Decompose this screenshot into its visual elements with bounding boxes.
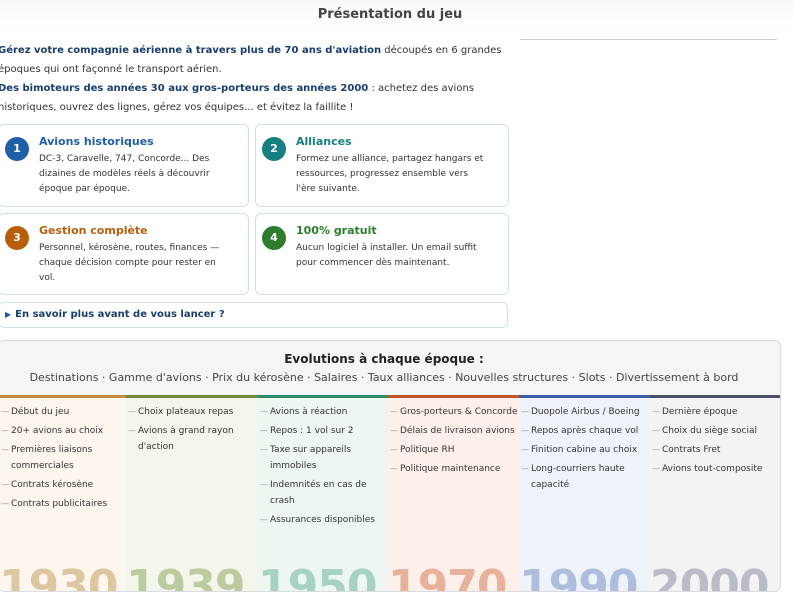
era-column-1930: Début du jeu 20+ avions au choix Premières… (0, 395, 126, 592)
intro-text: Gérez votre compagnie aérienne à travers… (0, 41, 518, 117)
era-feature-item: Choix du siège social (650, 423, 780, 439)
era-feature-list: Choix plateaux repas Avions à grand rayon… (126, 398, 258, 455)
era-feature-item: Long-courriers haute capacité (519, 461, 650, 493)
intro-highlight-1: Gérez votre compagnie aérienne à travers… (0, 45, 382, 56)
feature-title: Gestion complète (39, 224, 148, 237)
era-feature-item: Repos : 1 vol sur 2 (258, 423, 388, 439)
era-year: 1970 (388, 561, 507, 592)
era-feature-item: Choix plateaux repas (126, 404, 258, 420)
era-feature-item: Finition cabine au choix (519, 442, 650, 458)
feature-card-alliances: 2 Alliances Formez une alliance, partage… (255, 124, 509, 207)
page-title: Présentation du jeu (317, 7, 463, 22)
era-feature-item: Assurances disponibles (258, 512, 388, 528)
era-feature-item: Contrats Fret (650, 442, 780, 458)
triangle-right-icon: ▶ (5, 310, 12, 319)
era-feature-item: Avions à réaction (258, 404, 388, 420)
era-feature-item: Gros-porteurs & Concorde (388, 404, 519, 420)
intro-paragraph-1: Gérez votre compagnie aérienne à travers… (0, 41, 518, 79)
era-feature-item: Avions à grand rayon d'action (126, 423, 258, 455)
era-feature-list: Début du jeu 20+ avions au choix Premières… (0, 398, 126, 512)
feature-card-management: 3 Gestion complète Personnel, kérosène, … (0, 213, 249, 295)
era-feature-item: Politique maintenance (388, 461, 519, 477)
era-feature-item: Repos après chaque vol (519, 423, 650, 439)
era-feature-item: Duopole Airbus / Boeing (519, 404, 650, 420)
feature-number-badge: 3 (5, 226, 29, 250)
era-year: 2000 (650, 561, 769, 592)
intro-paragraph-2: Des bimoteurs des années 30 aux gros-por… (0, 79, 518, 117)
feature-title: Avions historiques (39, 135, 154, 148)
era-feature-item: Délais de livraison avions (388, 423, 519, 439)
era-feature-item: Contrats kérosène (0, 477, 126, 493)
evolutions-features: Destinations · Gamme d'avions · Prix du … (29, 371, 739, 384)
era-feature-list: Duopole Airbus / Boeing Repos après chaqu… (519, 398, 650, 493)
era-feature-item: Politique RH (388, 442, 519, 458)
feature-description: Formez une alliance, partagez hangars et… (296, 154, 484, 194)
era-column-1950: Avions à réaction Repos : 1 vol sur 2 Taxe… (258, 395, 388, 592)
feature-card-free: 4 100% gratuit Aucun logiciel à installe… (255, 213, 509, 295)
feature-number-badge: 2 (262, 137, 286, 161)
feature-title: 100% gratuit (296, 224, 377, 237)
era-feature-item: Dernière époque (650, 404, 780, 420)
era-column-1939: Choix plateaux repas Avions à grand rayon… (126, 395, 258, 592)
page-header: Présentation du jeu (0, 0, 793, 30)
era-feature-item: 20+ avions au choix (0, 423, 126, 439)
era-feature-item: Avions tout-composite (650, 461, 780, 477)
feature-card-historic-planes: 1 Avions historiques DC-3, Caravelle, 74… (0, 124, 249, 207)
era-feature-item: Premières liaisons commerciales (0, 442, 126, 474)
era-feature-list: Avions à réaction Repos : 1 vol sur 2 Taxe… (258, 398, 388, 528)
evolutions-panel: Evolutions à chaque époque : Destination… (0, 340, 781, 592)
feature-description: Personnel, kérosène, routes, finances — … (39, 243, 220, 283)
era-feature-item: Taxe sur appareils immobiles (258, 442, 388, 474)
era-year: 1990 (519, 561, 638, 592)
learn-more-toggle[interactable]: ▶ En savoir plus avant de vous lancer ? (0, 302, 508, 328)
era-year: 1950 (258, 561, 377, 592)
era-feature-list: Gros-porteurs & Concorde Délais de livrai… (388, 398, 519, 477)
feature-description: DC-3, Caravelle, 747, Concorde... Des di… (39, 154, 210, 194)
evolutions-title: Evolutions à chaque époque : (284, 352, 484, 366)
intro-highlight-2: Des bimoteurs des années 30 aux gros-por… (0, 83, 369, 94)
feature-description: Aucun logiciel à installer. Un email suf… (296, 243, 477, 268)
era-feature-item: Indemnités en cas de crash (258, 477, 388, 509)
feature-title: Alliances (296, 135, 352, 148)
era-feature-list: Dernière époque Choix du siège social Cont… (650, 398, 780, 477)
era-column-1970: Gros-porteurs & Concorde Délais de livrai… (388, 395, 519, 592)
feature-number-badge: 1 (5, 137, 29, 161)
era-column-1990: Duopole Airbus / Boeing Repos après chaqu… (519, 395, 650, 592)
era-year: 1930 (0, 561, 118, 592)
era-year: 1939 (126, 561, 245, 592)
era-feature-item: Contrats publicitaires (0, 496, 126, 512)
era-feature-item: Début du jeu (0, 404, 126, 420)
header-divider (520, 39, 777, 40)
era-column-2000: Dernière époque Choix du siège social Cont… (650, 395, 780, 592)
feature-number-badge: 4 (262, 226, 286, 250)
learn-more-label: En savoir plus avant de vous lancer ? (15, 309, 225, 320)
